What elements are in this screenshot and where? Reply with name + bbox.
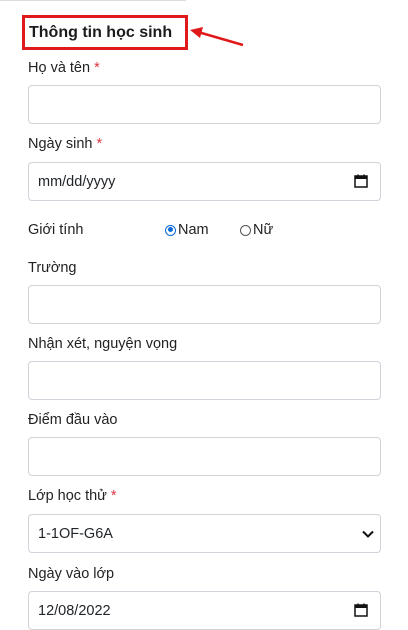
chevron-down-icon[interactable] <box>361 527 375 541</box>
gender-radio-nu[interactable]: Nữ <box>240 222 273 238</box>
gender-option-nu: Nữ <box>253 222 274 238</box>
class-date-input[interactable]: 12/08/2022 <box>28 591 381 630</box>
section-title: Thông tin học sinh <box>22 15 188 50</box>
trial-class-selected-value: 1-1OF-G6A <box>38 526 113 542</box>
school-label: Trường <box>28 260 77 276</box>
dob-label-text: Ngày sinh <box>28 136 93 152</box>
trial-class-select[interactable]: 1-1OF-G6A <box>28 514 381 553</box>
school-input[interactable] <box>28 285 381 324</box>
radio-unchecked-icon[interactable] <box>240 224 251 236</box>
required-mark: * <box>94 60 100 76</box>
gender-option-nam: Nam <box>178 222 209 238</box>
calendar-icon[interactable] <box>354 603 368 617</box>
dob-input-value: mm/dd/yyyy <box>38 174 116 190</box>
class-date-input-value: 12/08/2022 <box>38 603 111 619</box>
entry-score-input[interactable] <box>28 437 381 476</box>
trial-class-label-text: Lớp học thử <box>28 488 107 504</box>
dob-label: Ngày sinh * <box>28 136 102 152</box>
calendar-icon[interactable] <box>354 174 368 188</box>
class-date-label: Ngày vào lớp <box>28 566 115 582</box>
radio-checked-icon[interactable] <box>165 224 176 236</box>
name-input[interactable] <box>28 85 381 124</box>
required-mark: * <box>96 136 103 152</box>
section-title-text: Thông tin học sinh <box>29 23 173 41</box>
comments-label: Nhận xét, nguyện vọng <box>28 336 178 352</box>
comments-input[interactable] <box>28 361 381 400</box>
gender-radio-nam[interactable]: Nam <box>165 222 209 238</box>
name-label: Họ và tên * <box>28 60 100 76</box>
annotation-arrow-icon <box>190 27 244 47</box>
dob-date-input[interactable]: mm/dd/yyyy <box>28 162 381 201</box>
name-label-text: Họ và tên <box>28 60 91 76</box>
entry-score-label: Điểm đầu vào <box>28 412 118 428</box>
trial-class-label: Lớp học thử * <box>28 488 117 504</box>
required-mark: * <box>110 488 117 504</box>
top-divider <box>0 0 186 1</box>
gender-label: Giới tính <box>28 222 84 238</box>
